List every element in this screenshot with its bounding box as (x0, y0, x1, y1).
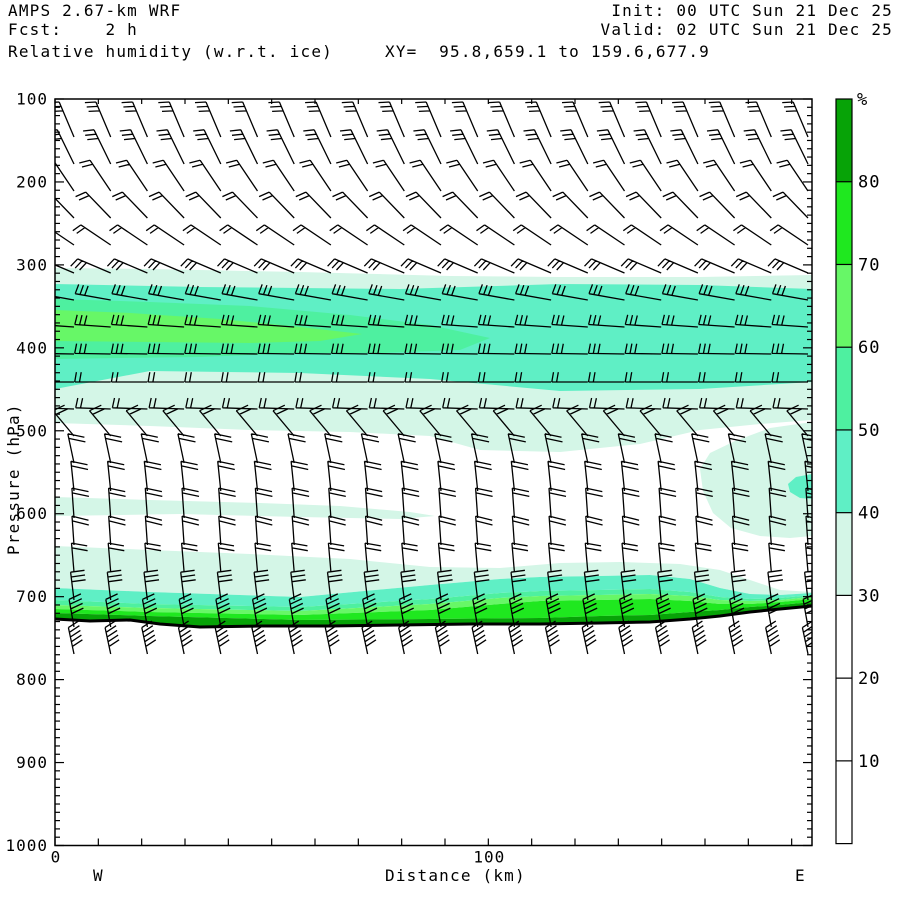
cross-section-plot: 100 200 300 400 500 600 700 800 900 10000 100 80 70 6… (0, 0, 900, 900)
svg-text:50: 50 (858, 421, 880, 441)
svg-text:900: 900 (16, 753, 48, 772)
svg-text:800: 800 (16, 670, 48, 689)
colorbar (836, 99, 852, 844)
humidity-contour-fills (55, 268, 812, 627)
svg-text:80: 80 (858, 173, 880, 193)
svg-text:70: 70 (858, 255, 880, 275)
svg-text:0: 0 (51, 848, 62, 867)
weather-cross-section-page: AMPS 2.67-km WRF Fcst: 2 h Relative humi… (0, 0, 900, 900)
colorbar-labels: 80 70 60 50 40 30 20 10% (857, 90, 880, 772)
svg-text:30: 30 (858, 586, 880, 606)
terrain-fill (55, 606, 812, 846)
svg-text:500: 500 (16, 421, 48, 440)
svg-text:40: 40 (858, 504, 880, 524)
svg-text:10: 10 (858, 752, 880, 772)
svg-text:300: 300 (16, 255, 48, 274)
svg-text:100: 100 (473, 848, 505, 867)
colorbar-unit: % (857, 90, 868, 110)
svg-text:400: 400 (16, 338, 48, 357)
svg-text:700: 700 (16, 587, 48, 606)
svg-text:60: 60 (858, 338, 880, 358)
svg-text:200: 200 (16, 172, 48, 191)
svg-text:1000: 1000 (5, 836, 48, 855)
svg-text:100: 100 (16, 90, 48, 109)
svg-text:600: 600 (16, 504, 48, 523)
svg-text:20: 20 (858, 669, 880, 689)
